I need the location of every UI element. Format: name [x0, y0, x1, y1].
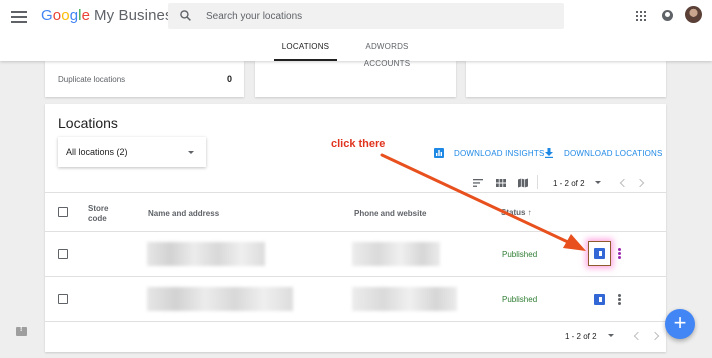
select-all-checkbox[interactable]: [58, 207, 68, 217]
sort-icon[interactable]: [473, 178, 483, 188]
locations-card: Locations All locations (2) click there …: [45, 104, 666, 352]
more-vert-icon[interactable]: [618, 294, 621, 305]
tab-locations[interactable]: LOCATIONS: [274, 38, 337, 61]
tab-adwords-accounts[interactable]: ADWORDS ACCOUNTS: [343, 38, 431, 68]
tab-bar: LOCATIONS ADWORDS ACCOUNTS: [0, 38, 712, 68]
pager-range-bottom: 1 - 2 of 2: [565, 332, 597, 341]
locations-filter-dropdown[interactable]: All locations (2): [58, 137, 206, 167]
duplicate-locations-count: 0: [226, 74, 232, 84]
search-bar[interactable]: [168, 3, 564, 29]
toolbar-divider: [537, 175, 538, 189]
row-checkbox[interactable]: [58, 294, 68, 304]
stats-card-2: [255, 61, 456, 97]
stats-card-3: [466, 61, 666, 97]
column-name-address[interactable]: Name and address: [148, 209, 219, 218]
locations-title: Locations: [58, 115, 118, 131]
download-insights-label: DOWNLOAD INSIGHTS: [454, 149, 545, 158]
name-address-redacted: [147, 287, 293, 311]
table-row[interactable]: Published: [45, 232, 666, 277]
apps-icon[interactable]: [636, 11, 646, 21]
grid-view-icon[interactable]: [496, 178, 506, 188]
more-vert-icon[interactable]: [618, 248, 621, 259]
column-store-code[interactable]: Store code: [88, 204, 118, 224]
pager-range-top: 1 - 2 of 2: [553, 179, 585, 188]
app-logo[interactable]: Google My Business: [41, 7, 180, 24]
duplicate-locations-label: Duplicate locations: [58, 75, 126, 84]
duplicate-locations-card[interactable]: Duplicate locations 0: [45, 61, 244, 97]
verified-badge-icon[interactable]: [594, 294, 605, 305]
annotation-text: click there: [331, 138, 386, 150]
next-page-icon[interactable]: [635, 178, 645, 188]
table-row[interactable]: Published: [45, 277, 666, 322]
menu-icon[interactable]: [11, 11, 27, 23]
column-phone-website[interactable]: Phone and website: [354, 209, 426, 218]
pager-dropdown-icon[interactable]: [608, 334, 614, 337]
feedback-icon[interactable]: [16, 326, 27, 336]
top-app-bar: GoogleMy Business LOCATIONS ADWORDS ACCO…: [0, 0, 712, 68]
download-icon: [545, 148, 553, 158]
previous-page-icon[interactable]: [619, 178, 629, 188]
pager-dropdown-icon[interactable]: [595, 181, 601, 184]
next-page-icon[interactable]: [650, 331, 660, 341]
avatar[interactable]: [685, 6, 702, 23]
previous-page-icon[interactable]: [633, 331, 643, 341]
search-input[interactable]: [206, 3, 546, 29]
phone-website-redacted: [352, 242, 440, 266]
add-icon: +: [673, 310, 687, 335]
filter-value: All locations (2): [66, 147, 128, 157]
status-text: Published: [502, 250, 538, 259]
map-view-icon[interactable]: [518, 178, 528, 188]
column-status[interactable]: Status ↑: [501, 208, 532, 217]
status-text: Published: [502, 295, 538, 304]
notifications-icon[interactable]: [662, 10, 673, 21]
name-address-redacted: [147, 242, 265, 266]
add-location-button[interactable]: +: [665, 309, 695, 339]
table-header: Store code Name and address Phone and we…: [45, 192, 666, 232]
bar-chart-icon: [434, 148, 444, 158]
chevron-down-icon: [188, 151, 194, 154]
search-icon: [180, 10, 191, 21]
download-locations-label: DOWNLOAD LOCATIONS: [564, 149, 663, 158]
phone-website-redacted: [352, 287, 457, 311]
row-checkbox[interactable]: [58, 249, 68, 259]
verified-badge-icon[interactable]: [594, 248, 605, 259]
